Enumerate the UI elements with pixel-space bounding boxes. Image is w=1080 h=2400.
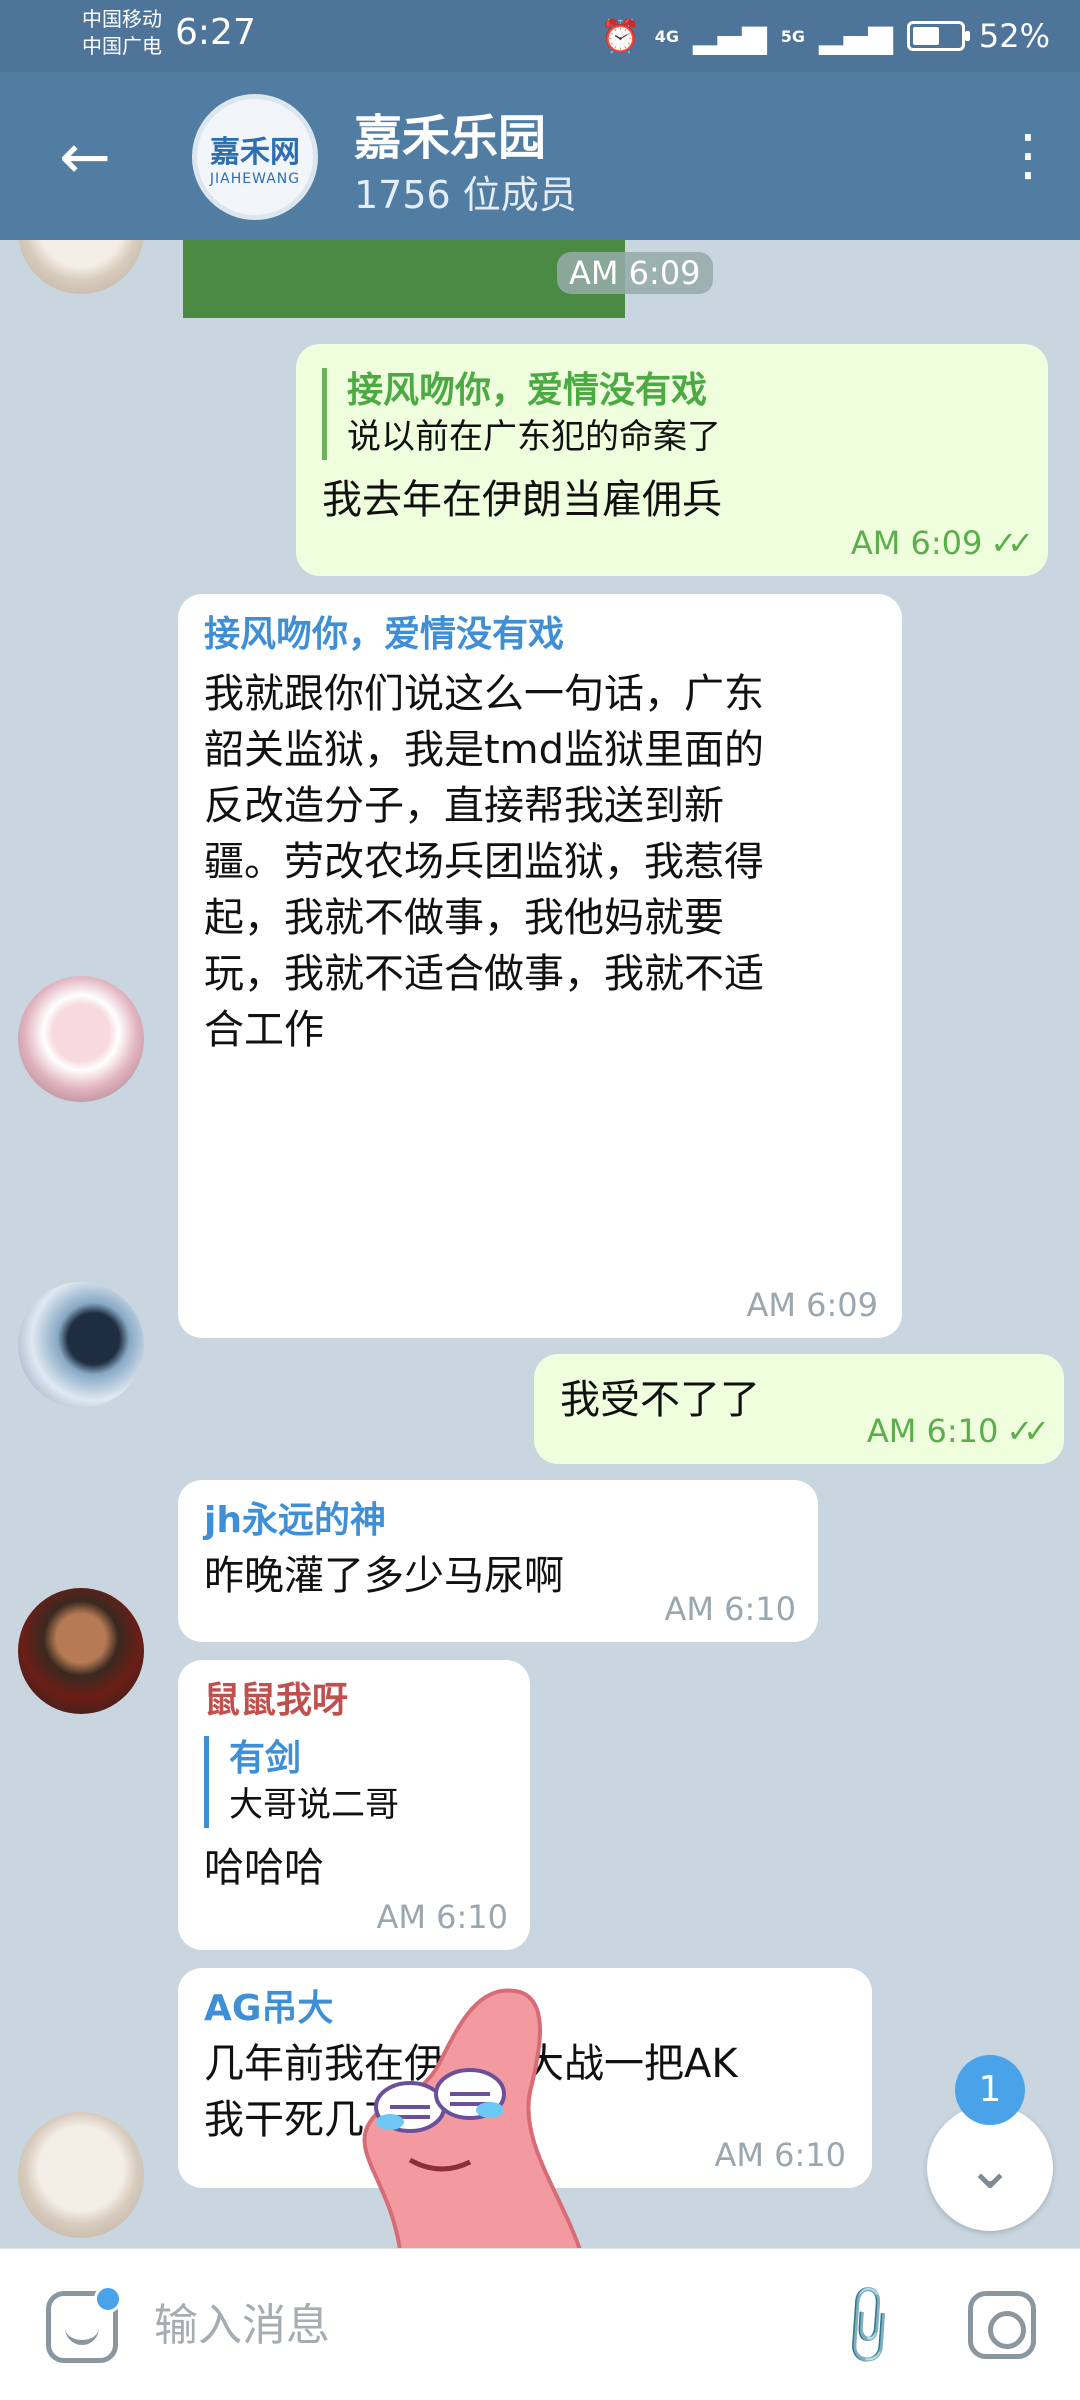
chevron-down-icon: ⌄ — [965, 2134, 1015, 2202]
more-vertical-icon[interactable]: ⋮ — [1000, 120, 1056, 192]
avatar[interactable] — [18, 1282, 144, 1408]
status-bar: 中国移动 中国广电 6:27 ⏰ 4G ▂▄▆ 5G ▂▄▆ 52% — [0, 0, 1080, 72]
avatar[interactable] — [18, 2112, 144, 2238]
signal-5g-label: 5G — [780, 26, 806, 46]
incoming-message[interactable]: 鼠鼠我呀 有剑 大哥说二哥 哈哈哈 AM 6:10 — [178, 1660, 530, 1950]
reply-author: 接风吻你，爱情没有戏 — [347, 370, 708, 411]
group-avatar-logo-text: 嘉禾网 — [210, 135, 300, 170]
message-text: 哈哈哈 — [204, 1845, 324, 1891]
patrick-sticker[interactable] — [330, 1982, 590, 2248]
signal-4g-label: 4G — [654, 26, 679, 46]
battery-percent: 52% — [978, 17, 1050, 55]
instagram-camera-icon[interactable] — [968, 2291, 1036, 2359]
message-time: AM 6:10 — [376, 1898, 508, 1936]
reply-author: 有剑 — [229, 1738, 302, 1779]
incoming-message[interactable]: 接风吻你，爱情没有戏 我就跟你们说这么一句话，广东 韶关监狱，我是tmd监狱里面… — [178, 594, 902, 1338]
reply-text: 大哥说二哥 — [229, 1785, 399, 1825]
reply-text: 说以前在广东犯的命案了 — [347, 417, 721, 457]
outgoing-message[interactable]: 我受不了了 AM 6:10 ✓✓ — [534, 1354, 1064, 1464]
sender-name[interactable]: 接风吻你，爱情没有戏 — [204, 612, 876, 658]
reply-quote[interactable]: 接风吻你，爱情没有戏 说以前在广东犯的命案了 — [322, 368, 1022, 460]
member-count: 1756 位成员 — [354, 173, 577, 217]
unread-badge: 1 — [955, 2055, 1025, 2125]
message-time: AM 6:09 — [746, 1286, 878, 1324]
message-time: AM 6:09 — [557, 252, 713, 294]
sender-name[interactable]: jh永远的神 — [204, 1498, 792, 1544]
group-avatar[interactable]: 嘉禾网 JIAHEWANG — [192, 94, 318, 220]
avatar[interactable] — [18, 1588, 144, 1714]
paperclip-icon[interactable]: 📎 — [815, 2274, 920, 2379]
input-bar: 📎 — [0, 2248, 1080, 2400]
reply-quote[interactable]: 有剑 大哥说二哥 — [204, 1736, 504, 1828]
avatar[interactable] — [18, 240, 144, 294]
message-time: AM 6:09 ✓✓ — [850, 524, 1034, 562]
message-input[interactable] — [154, 2283, 774, 2367]
message-text: 我去年在伊朗当雇佣兵 — [322, 477, 722, 523]
message-list[interactable]: AM 6:09 接风吻你，爱情没有戏 说以前在广东犯的命案了 我去年在伊朗当雇佣… — [0, 240, 1080, 2248]
arrow-left-icon[interactable]: ← — [50, 122, 120, 192]
sender-name[interactable]: 鼠鼠我呀 — [204, 1678, 504, 1724]
chat-header: ← 嘉禾网 JIAHEWANG 嘉禾乐园 1756 位成员 ⋮ — [0, 72, 1080, 240]
avatar[interactable] — [18, 976, 144, 1102]
message-time: AM 6:10 — [664, 1590, 796, 1628]
message-time: AM 6:10 — [714, 2136, 846, 2174]
status-clock: 6:27 — [175, 12, 256, 53]
alarm-icon: ⏰ — [600, 17, 641, 55]
group-avatar-logo-sub: JIAHEWANG — [209, 171, 301, 187]
carrier-1: 中国移动 — [82, 7, 162, 31]
message-time: AM 6:10 ✓✓ — [866, 1412, 1050, 1450]
carrier-2: 中国广电 — [82, 34, 162, 58]
message-time-text: AM 6:10 — [866, 1412, 999, 1450]
sticker-notification-dot — [94, 2285, 122, 2313]
carrier-labels: 中国移动 中国广电 — [82, 6, 162, 60]
outgoing-message[interactable]: 接风吻你，爱情没有戏 说以前在广东犯的命案了 我去年在伊朗当雇佣兵 AM 6:0… — [296, 344, 1048, 576]
battery-icon — [906, 21, 970, 51]
message-time-text: AM 6:09 — [850, 524, 983, 562]
signal-icon: ▂▄▆ — [692, 17, 767, 55]
incoming-message[interactable]: jh永远的神 昨晚灌了多少马尿啊 AM 6:10 — [178, 1480, 818, 1642]
group-title[interactable]: 嘉禾乐园 — [354, 98, 546, 168]
read-ticks-icon: ✓✓ — [1006, 1412, 1050, 1450]
read-ticks-icon: ✓✓ — [990, 524, 1034, 562]
status-indicators: ⏰ 4G ▂▄▆ 5G ▂▄▆ 52% — [601, 14, 1050, 58]
message-text: 我就跟你们说这么一句话，广东 韶关监狱，我是tmd监狱里面的 反改造分子，直接帮… — [204, 671, 765, 1053]
signal-icon: ▂▄▆ — [819, 17, 893, 55]
